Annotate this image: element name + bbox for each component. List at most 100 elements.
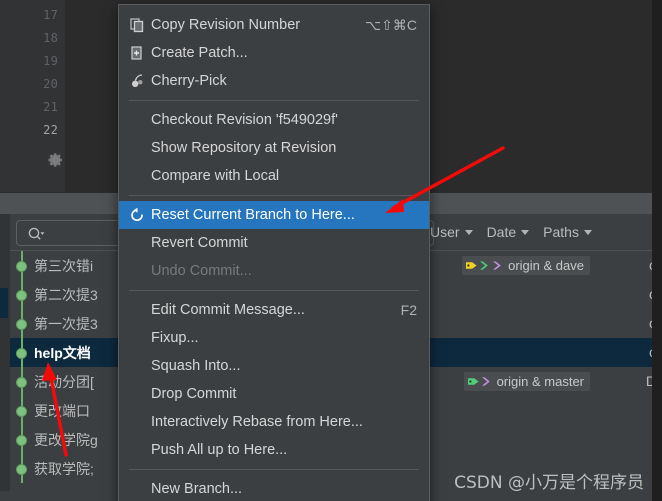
tag-green-icon bbox=[467, 378, 479, 385]
commit-graph-node bbox=[16, 406, 27, 417]
line-number: 21 bbox=[43, 100, 58, 114]
menu-item-label: Show Repository at Revision bbox=[151, 140, 337, 156]
chevron-down-icon[interactable] bbox=[521, 229, 530, 235]
menu-icon-placeholder bbox=[129, 111, 151, 129]
menu-item-label: Drop Commit bbox=[151, 386, 237, 402]
commit-graph-cell bbox=[10, 280, 34, 309]
reset-icon bbox=[131, 207, 143, 222]
line-number: 17 bbox=[43, 8, 58, 22]
menu-item-label: Push All up to Here... bbox=[151, 442, 288, 458]
reset-icon bbox=[129, 206, 151, 224]
chevron-down-icon[interactable] bbox=[464, 229, 473, 235]
menu-item-undo-commit: Undo Commit... bbox=[119, 257, 429, 285]
filter-date[interactable]: Date bbox=[487, 224, 530, 240]
line-number: 22 bbox=[43, 123, 58, 137]
menu-item-label: Compare with Local bbox=[151, 168, 280, 184]
search-icon[interactable] bbox=[27, 226, 45, 242]
menu-item-label: Edit Commit Message... bbox=[151, 302, 305, 318]
commit-graph-cell bbox=[10, 309, 34, 338]
menu-item-label: Fixup... bbox=[151, 330, 199, 346]
patch-icon bbox=[129, 44, 151, 62]
menu-item-create-patch[interactable]: Create Patch... bbox=[119, 39, 429, 67]
menu-item-shortcut: ⌥⇧⌘C bbox=[365, 16, 417, 33]
commit-graph-node bbox=[16, 319, 27, 330]
line-number: 19 bbox=[43, 54, 58, 68]
watermark: CSDN @小万是个程序员 bbox=[454, 473, 644, 493]
menu-item-label: Create Patch... bbox=[151, 45, 248, 61]
branch-ref-label[interactable]: origin & dave bbox=[462, 256, 590, 275]
commit-message: help文档 bbox=[34, 344, 91, 361]
menu-item-squash-into[interactable]: Squash Into... bbox=[119, 352, 429, 380]
menu-icon-placeholder bbox=[129, 413, 151, 431]
commit-graph-node bbox=[16, 261, 27, 272]
commit-message: 第二次提3 bbox=[34, 286, 98, 303]
vcs-left-rail bbox=[0, 214, 10, 501]
menu-item-compare-with-local[interactable]: Compare with Local bbox=[119, 162, 429, 190]
menu-item-label: New Branch... bbox=[151, 481, 243, 497]
menu-icon-placeholder bbox=[129, 329, 151, 347]
menu-item-shortcut: F2 bbox=[400, 302, 417, 318]
gear-icon[interactable] bbox=[48, 152, 64, 168]
menu-separator bbox=[129, 100, 419, 101]
menu-item-show-repository-at-revision[interactable]: Show Repository at Revision bbox=[119, 134, 429, 162]
commit-message: 更改学院g bbox=[34, 431, 98, 448]
commit-graph-cell bbox=[10, 338, 34, 367]
branch-ref-label[interactable]: origin & master bbox=[463, 372, 590, 391]
menu-item-edit-commit-message[interactable]: Edit Commit Message... F2 bbox=[119, 296, 429, 324]
commit-context-menu[interactable]: Copy Revision Number ⌥⇧⌘C Create Patch... C… bbox=[118, 4, 430, 501]
editor-gutter[interactable]: 17 18 19 20 21 22 bbox=[18, 0, 65, 192]
filter-label: User bbox=[430, 224, 460, 240]
menu-item-checkout-revision-f549029f[interactable]: Checkout Revision 'f549029f' bbox=[119, 106, 429, 134]
menu-item-label: Interactively Rebase from Here... bbox=[151, 414, 363, 430]
filter-label: Paths bbox=[543, 224, 579, 240]
chevron-purple-icon bbox=[481, 377, 490, 386]
vcs-filter-bar: User Date Paths bbox=[430, 218, 592, 246]
menu-item-cherry-pick[interactable]: Cherry-Pick bbox=[119, 67, 429, 95]
cherry-icon bbox=[129, 72, 151, 90]
ide-left-strip bbox=[0, 0, 18, 192]
menu-item-push-all-up-to-here[interactable]: Push All up to Here... bbox=[119, 436, 429, 464]
chevron-down-icon[interactable] bbox=[583, 229, 592, 235]
commit-graph-node bbox=[16, 348, 27, 359]
menu-icon-placeholder bbox=[129, 385, 151, 403]
commit-graph-node bbox=[16, 290, 27, 301]
menu-icon-placeholder bbox=[129, 480, 151, 498]
vcs-rail-selection-marker bbox=[0, 288, 8, 318]
commit-message: 第三次错i bbox=[34, 257, 94, 274]
commit-graph-cell bbox=[10, 251, 34, 280]
menu-icon-placeholder bbox=[129, 262, 151, 280]
menu-item-reset-current-branch-to-here[interactable]: Reset Current Branch to Here... bbox=[119, 201, 429, 229]
filter-label: Date bbox=[486, 224, 517, 240]
commit-message: 第一次提3 bbox=[34, 315, 98, 332]
commit-graph-cell bbox=[10, 454, 34, 483]
menu-separator bbox=[129, 469, 419, 470]
menu-item-label: Reset Current Branch to Here... bbox=[151, 207, 355, 223]
commit-message: 更改端口 bbox=[34, 402, 90, 419]
commit-message: 活动分团[ bbox=[34, 373, 94, 390]
patch-icon bbox=[131, 46, 142, 60]
menu-item-interactively-rebase-from-here[interactable]: Interactively Rebase from Here... bbox=[119, 408, 429, 436]
commit-graph-cell bbox=[10, 396, 34, 425]
commit-message: 获取学院; bbox=[34, 460, 94, 477]
menu-item-new-branch[interactable]: New Branch... bbox=[119, 475, 429, 501]
menu-icon-placeholder bbox=[129, 139, 151, 157]
filter-paths[interactable]: Paths bbox=[543, 224, 592, 240]
commit-graph-node bbox=[16, 435, 27, 446]
menu-item-label: Squash Into... bbox=[151, 358, 241, 374]
filter-user[interactable]: User bbox=[430, 224, 473, 240]
screen-root: 17 18 19 20 21 22 User Date Paths 第三次错i origin &… bbox=[0, 0, 662, 501]
branch-ref-text: origin & dave bbox=[508, 258, 584, 273]
menu-item-fixup[interactable]: Fixup... bbox=[119, 324, 429, 352]
commit-graph-node bbox=[16, 377, 27, 388]
ref-tag-icons bbox=[467, 375, 493, 388]
cherry-icon bbox=[132, 74, 143, 87]
menu-icon-placeholder bbox=[129, 301, 151, 319]
menu-item-copy-revision-number[interactable]: Copy Revision Number ⌥⇧⌘C bbox=[119, 11, 429, 39]
commit-graph-node bbox=[16, 464, 27, 475]
tag-yellow-icon bbox=[466, 262, 477, 269]
menu-item-revert-commit[interactable]: Revert Commit bbox=[119, 229, 429, 257]
menu-item-label: Checkout Revision 'f549029f' bbox=[151, 112, 338, 128]
ref-tag-icons bbox=[465, 259, 504, 272]
menu-item-drop-commit[interactable]: Drop Commit bbox=[119, 380, 429, 408]
chevron-green-icon bbox=[480, 261, 488, 270]
